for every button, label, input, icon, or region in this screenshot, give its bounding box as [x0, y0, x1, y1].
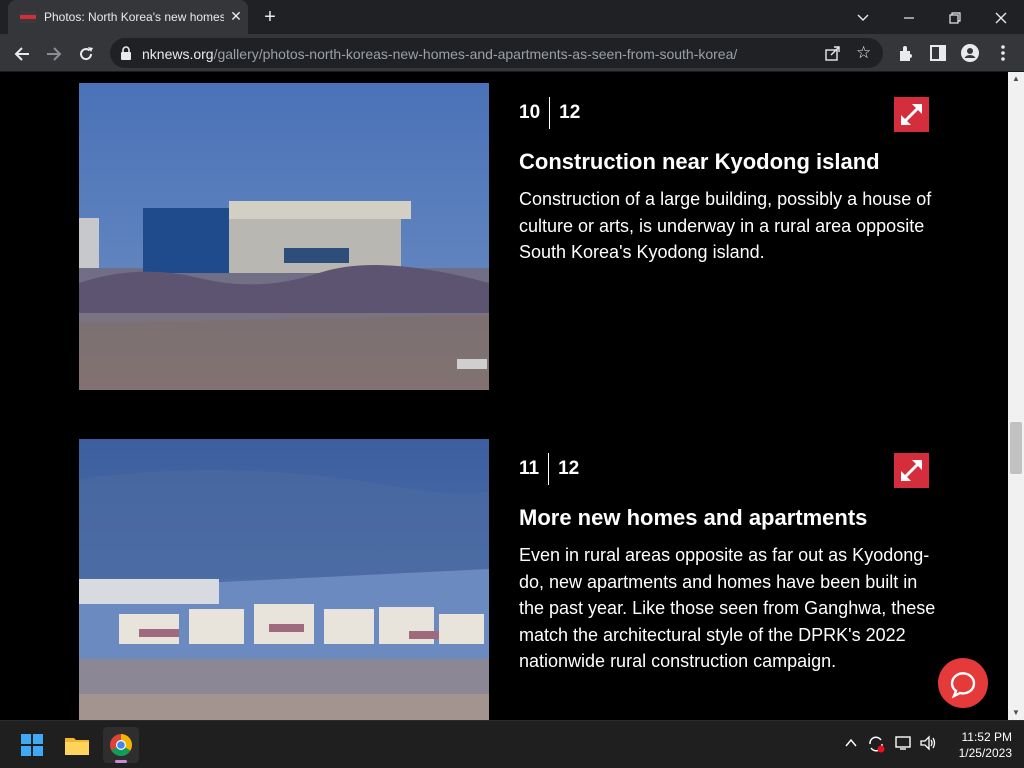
expand-icon: [901, 460, 922, 481]
address-bar[interactable]: nknews.org/gallery/photos-north-koreas-n…: [110, 38, 883, 68]
extensions-icon[interactable]: [896, 43, 916, 63]
side-panel-icon[interactable]: [928, 43, 948, 63]
chrome-taskbar-button[interactable]: [103, 727, 139, 763]
close-window-icon[interactable]: [978, 0, 1024, 34]
tab-close-icon[interactable]: ✕: [228, 8, 244, 24]
scroll-up-icon[interactable]: ▲: [1012, 74, 1020, 83]
url-text[interactable]: nknews.org/gallery/photos-north-koreas-n…: [142, 46, 737, 62]
tab-search-icon[interactable]: [840, 0, 886, 34]
favicon-icon: [20, 11, 36, 23]
slide-counter: 10 12: [519, 97, 580, 129]
minimize-icon[interactable]: [886, 0, 932, 34]
lock-icon[interactable]: [120, 46, 132, 60]
share-icon[interactable]: [824, 44, 842, 62]
windows-start-icon[interactable]: [14, 727, 50, 763]
chrome-icon: [110, 734, 132, 763]
menu-icon[interactable]: [993, 43, 1013, 63]
gallery-slide: 11 12 More new homes and apartments Even…: [79, 439, 935, 720]
clock-time: 11:52 PM: [961, 730, 1012, 744]
slide-total: 12: [559, 102, 581, 123]
gallery-slide: 10 12 Construction near Kyodong island C…: [79, 83, 931, 393]
url-host: nknews.org: [142, 46, 214, 62]
volume-icon[interactable]: [919, 735, 937, 751]
file-explorer-icon[interactable]: [59, 727, 95, 763]
windows-taskbar: 11:52 PM 1/25/2023: [0, 720, 1024, 768]
slide-index: 11: [519, 458, 540, 479]
slide-photo[interactable]: [79, 439, 489, 720]
url-path: /gallery/photos-north-koreas-new-homes-a…: [213, 46, 738, 62]
slide-description: Even in rural areas opposite as far out …: [519, 545, 936, 672]
system-clock[interactable]: 11:52 PM 1/25/2023: [946, 729, 1012, 761]
new-tab-button[interactable]: +: [258, 6, 282, 28]
expand-button[interactable]: [894, 453, 929, 488]
browser-tab[interactable]: Photos: North Korea's new homes and apar…: [8, 0, 248, 34]
chat-button[interactable]: [938, 658, 988, 708]
scroll-down-icon[interactable]: ▼: [1012, 708, 1020, 717]
expand-icon: [901, 104, 922, 125]
expand-button[interactable]: [894, 97, 929, 132]
clock-date: 1/25/2023: [958, 746, 1012, 760]
scrollbar-thumb[interactable]: [1010, 422, 1022, 474]
slide-total: 12: [558, 458, 580, 479]
network-icon[interactable]: [895, 735, 913, 751]
forward-icon[interactable]: [41, 40, 67, 66]
slide-index: 10: [519, 102, 541, 123]
page-content: 10 12 Construction near Kyodong island C…: [0, 72, 1024, 720]
browser-toolbar: nknews.org/gallery/photos-north-koreas-n…: [0, 34, 1024, 72]
slide-photo[interactable]: [79, 83, 489, 390]
back-icon[interactable]: [9, 40, 35, 66]
reload-icon[interactable]: [73, 40, 99, 66]
tray-chevron-icon[interactable]: [845, 738, 857, 748]
page-scrollbar[interactable]: ▲ ▼: [1008, 72, 1024, 720]
tab-strip: Photos: North Korea's new homes and apar…: [0, 0, 1024, 34]
counter-divider: [548, 453, 550, 485]
slide-title: Construction near Kyodong island: [519, 149, 880, 174]
counter-divider: [549, 97, 551, 129]
star-icon[interactable]: ☆: [856, 43, 871, 63]
slide-description: Construction of a large building, possib…: [519, 189, 932, 263]
chat-icon: [950, 672, 976, 699]
slide-counter: 11 12: [519, 453, 579, 485]
restore-icon[interactable]: [932, 0, 978, 34]
tab-title: Photos: North Korea's new homes and apar…: [44, 10, 224, 24]
sync-icon[interactable]: [866, 734, 886, 754]
slide-title: More new homes and apartments: [519, 505, 868, 530]
profile-icon[interactable]: [960, 43, 980, 63]
